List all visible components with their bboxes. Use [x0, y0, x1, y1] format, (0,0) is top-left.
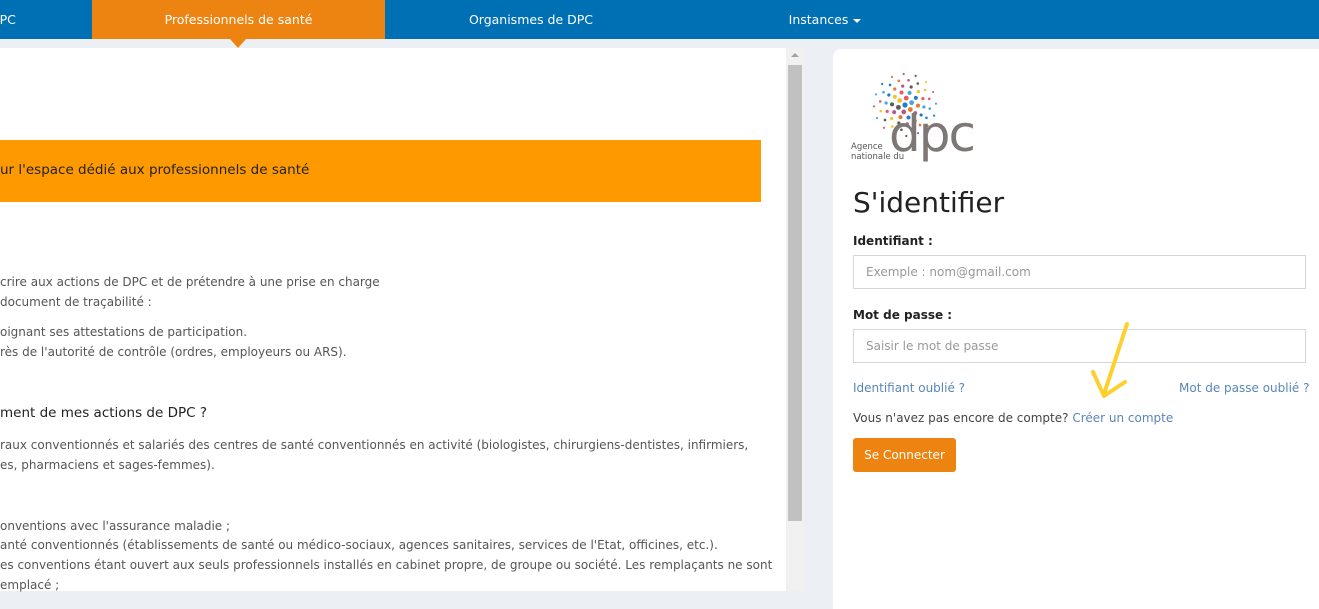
logo-dot	[913, 95, 918, 100]
logo-dot	[881, 82, 884, 86]
banner-text: ur l'espace dédié aux professionnels de …	[0, 162, 310, 178]
logo-dot	[903, 95, 909, 101]
top-navbar: DPC Professionnels de santé Organismes d…	[0, 0, 1319, 39]
nav-item-professionnels-de-sante[interactable]: Professionnels de santé	[92, 0, 385, 39]
nav-item-dpc[interactable]: DPC	[0, 0, 30, 39]
nav-item-instances[interactable]: Instances	[760, 0, 890, 39]
logo-dot	[872, 105, 876, 108]
logo-line2: nationale du	[851, 152, 905, 162]
scroll-up-arrow-icon[interactable]	[791, 53, 799, 57]
logo-dot	[902, 72, 905, 76]
password-input[interactable]	[853, 329, 1306, 363]
caret-down-icon	[853, 18, 862, 23]
logo-dot	[879, 109, 883, 113]
logo-dot	[907, 90, 912, 95]
no-account-text: Vous n'avez pas encore de compte?	[853, 411, 1069, 425]
logo-dot	[897, 98, 903, 103]
active-tab-pointer-icon	[230, 39, 246, 48]
logo-dot	[916, 82, 920, 85]
logo-dot	[875, 116, 878, 120]
content-panel: ur l'espace dédié aux professionnels de …	[0, 48, 786, 592]
eligibility-line: raux conventionnés et salariés des centr…	[0, 438, 749, 452]
paragraph-line: crire aux actions de DPC et de prétendre…	[0, 275, 380, 289]
logo-line1: Agence	[851, 142, 883, 152]
identifier-label: Identifiant :	[853, 234, 933, 248]
paragraph-line: document de traçabilité :	[0, 295, 152, 309]
logo-dot	[907, 78, 910, 82]
content-scrollbar[interactable]	[786, 48, 804, 591]
condition-line: es conventions étant ouvert aux seuls pr…	[0, 558, 773, 572]
logo-dot	[927, 97, 931, 101]
logo-dot	[884, 101, 888, 105]
logo-dot	[897, 79, 901, 83]
logo-dot	[924, 81, 928, 84]
signup-prompt: Vous n'avez pas encore de compte? Créer …	[853, 411, 1173, 425]
condition-line: onventions avec l'assurance maladie ;	[0, 519, 231, 533]
logo-dot	[878, 100, 882, 103]
logo-dot	[901, 84, 905, 88]
logo-dot	[916, 89, 920, 94]
logo-dot	[887, 93, 891, 97]
logo-dot	[893, 87, 897, 91]
logo-dot	[921, 96, 925, 101]
logo-dot	[882, 126, 886, 129]
password-label: Mot de passe :	[853, 308, 953, 322]
logo-dot	[890, 75, 894, 78]
create-account-link[interactable]: Créer un compte	[1072, 411, 1173, 425]
logo-dot	[899, 90, 904, 95]
condition-line: anté conventionnés (établissements de sa…	[0, 538, 718, 552]
login-title: S'identifier	[853, 186, 1005, 219]
agence-dpc-logo: dpc Agence nationale du	[851, 72, 976, 168]
eligibility-line: es, pharmaciens et sages-femmes).	[0, 458, 215, 472]
logo-dot	[923, 88, 927, 92]
logo-dot	[932, 90, 935, 94]
paragraph-line: rès de l'autorité de contrôle (ordres, e…	[0, 345, 347, 359]
forgot-password-link[interactable]: Mot de passe oublié ?	[1179, 381, 1310, 395]
logo-dot	[909, 85, 913, 89]
nav-item-organismes-de-dpc[interactable]: Organismes de DPC	[385, 0, 677, 39]
logo-dot	[914, 74, 917, 77]
logo-dot	[883, 118, 887, 122]
scroll-thumb[interactable]	[788, 65, 802, 521]
connect-button[interactable]: Se Connecter	[853, 438, 956, 472]
logo-dot	[892, 94, 897, 99]
nav-item-instances-label: Instances	[788, 12, 849, 27]
logo-dot	[888, 83, 892, 87]
condition-line: emplacé ;	[0, 578, 60, 592]
login-card: dpc Agence nationale du S'identifier Ide…	[833, 49, 1319, 609]
welcome-banner: ur l'espace dédié aux professionnels de …	[0, 140, 761, 202]
paragraph-line: oignant ses attestations de participatio…	[0, 325, 248, 339]
section-heading: ment de mes actions de DPC ?	[0, 405, 208, 421]
logo-dot	[874, 93, 877, 96]
logo-dot	[882, 90, 885, 94]
forgot-identifier-link[interactable]: Identifiant oublié ?	[853, 381, 965, 395]
identifier-input[interactable]	[853, 255, 1306, 289]
